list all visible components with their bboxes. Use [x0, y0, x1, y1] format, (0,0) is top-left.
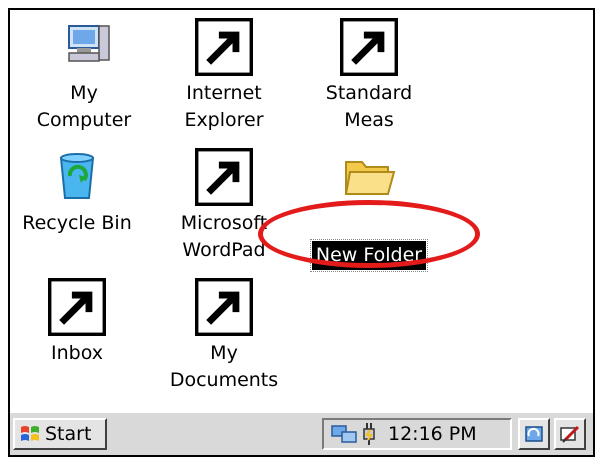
desktop-icon-wordpad[interactable]: Microsoft WordPad [165, 148, 283, 264]
desktop-screen: My Computer Internet Explorer Standard M… [8, 8, 595, 457]
desktop-icon-new-folder[interactable]: New Folder [305, 148, 433, 272]
internet-explorer-icon [195, 18, 253, 76]
shortcut-arrow-icon [195, 148, 253, 206]
desktop-icon-recycle-bin[interactable]: Recycle Bin [18, 148, 136, 237]
taskbar: Start 12:16 PM [10, 412, 593, 455]
wordpad-icon [195, 148, 253, 206]
desktop-toggle-button[interactable] [518, 418, 550, 450]
my-computer-icon [55, 18, 113, 76]
desktop-icon-my-computer[interactable]: My Computer [25, 18, 143, 134]
shortcut-arrow-icon [48, 278, 106, 336]
network-icon[interactable] [330, 422, 358, 446]
desktop-icon-inbox[interactable]: Inbox [18, 278, 136, 367]
shortcut-arrow-icon [195, 18, 253, 76]
icon-label: Microsoft WordPad [180, 212, 268, 261]
start-button[interactable]: Start [13, 418, 107, 450]
icon-label-wrap: New Folder [305, 214, 433, 272]
pen-input-button[interactable] [554, 418, 586, 450]
shortcut-arrow-icon [340, 18, 398, 76]
desktop-toggle-icon [525, 426, 543, 442]
survey-instrument-icon [340, 18, 398, 76]
pen-input-icon [560, 425, 580, 443]
clock[interactable]: 12:16 PM [388, 423, 477, 445]
icon-label: My Computer [36, 82, 132, 131]
icon-label: My Documents [169, 342, 279, 391]
rename-text-field[interactable]: New Folder [309, 239, 429, 272]
icon-label: Inbox [51, 342, 103, 364]
recycle-bin-icon [48, 148, 106, 206]
start-label: Start [45, 423, 92, 445]
icon-label: Standard Meas [325, 82, 413, 131]
system-tray: 12:16 PM [322, 418, 512, 450]
icon-label: Internet Explorer [184, 82, 264, 131]
icon-label: Recycle Bin [22, 212, 132, 234]
shortcut-arrow-icon [195, 278, 253, 336]
desktop-icon-my-documents[interactable]: My Documents [165, 278, 283, 394]
desktop-icon-internet-explorer[interactable]: Internet Explorer [165, 18, 283, 134]
desktop-icon-standard-meas[interactable]: Standard Meas [310, 18, 428, 134]
folder-icon [195, 278, 253, 336]
folder-icon [340, 148, 398, 206]
power-plug-icon[interactable] [358, 421, 380, 447]
windows-logo-icon [21, 426, 39, 441]
inbox-icon [48, 278, 106, 336]
